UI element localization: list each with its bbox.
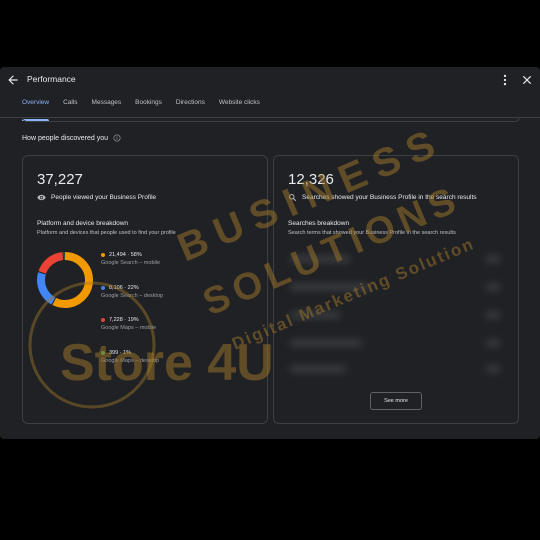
dialog-header: Performance	[0, 67, 540, 93]
performance-dialog: Performance Overview Calls Messages Book…	[0, 67, 540, 439]
profile-views-card: 37,227 People viewed your Business Profi…	[22, 155, 268, 424]
legend-dot	[101, 253, 105, 257]
searches-breakdown-title: Searches breakdown	[288, 220, 350, 227]
legend-label: Google Search – mobile	[101, 260, 161, 266]
previous-card-edge	[22, 117, 520, 122]
close-icon[interactable]	[520, 73, 534, 87]
tab-bar: Overview Calls Messages Bookings Directi…	[22, 97, 274, 121]
legend-value: 7,228 · 19%	[109, 317, 139, 323]
searches-total-label: Searches showed your Business Profile in…	[302, 194, 477, 201]
section-heading: How people discovered you	[22, 134, 121, 142]
platform-donut-chart	[37, 252, 93, 308]
legend-label: Google Maps – desktop	[101, 358, 160, 364]
more-vert-icon[interactable]	[498, 73, 512, 87]
views-total-line: People viewed your Business Profile	[37, 193, 156, 202]
info-icon[interactable]	[113, 134, 121, 142]
searches-card: 12,326 Searches showed your Business Pro…	[273, 155, 519, 424]
tab-bookings[interactable]: Bookings	[135, 97, 162, 115]
legend-dot	[101, 318, 105, 322]
legend-item: 8,106 · 22% Google Search – desktop	[101, 285, 163, 299]
legend-label: Google Maps – mobile	[101, 325, 157, 331]
platform-breakdown-title: Platform and device breakdown	[37, 220, 129, 227]
legend-item: 7,228 · 19% Google Maps – mobile	[101, 317, 156, 331]
arrow-back-icon[interactable]	[6, 73, 20, 87]
legend-value: 399 · 1%	[109, 350, 132, 356]
eye-icon	[37, 194, 46, 201]
legend-value: 21,494 · 58%	[109, 252, 142, 258]
tab-overview[interactable]: Overview	[22, 97, 50, 121]
legend-item: 21,494 · 58% Google Search – mobile	[101, 252, 160, 266]
tab-messages[interactable]: Messages	[92, 97, 122, 115]
searches-total-line: Searches showed your Business Profile in…	[288, 193, 477, 202]
legend-dot	[101, 351, 105, 355]
legend-label: Google Search – desktop	[101, 293, 164, 299]
section-heading-text: How people discovered you	[22, 134, 108, 142]
searches-total: 12,326	[288, 171, 334, 188]
legend-item: 399 · 1% Google Maps – desktop	[101, 350, 159, 364]
views-total: 37,227	[37, 171, 83, 188]
see-more-button[interactable]: See more	[370, 392, 422, 410]
tab-directions[interactable]: Directions	[176, 97, 205, 115]
legend-dot	[101, 286, 105, 290]
searches-breakdown-desc: Search terms that showed your Business P…	[288, 230, 456, 236]
tab-calls[interactable]: Calls	[63, 97, 77, 115]
legend-value: 8,106 · 22%	[109, 285, 139, 291]
views-total-label: People viewed your Business Profile	[51, 194, 157, 201]
dialog-title: Performance	[27, 74, 76, 84]
platform-breakdown-desc: Platform and devices that people used to…	[37, 230, 176, 236]
blurred-search-terms	[286, 248, 506, 388]
search-icon	[289, 194, 296, 201]
tab-website-clicks[interactable]: Website clicks	[219, 97, 260, 115]
